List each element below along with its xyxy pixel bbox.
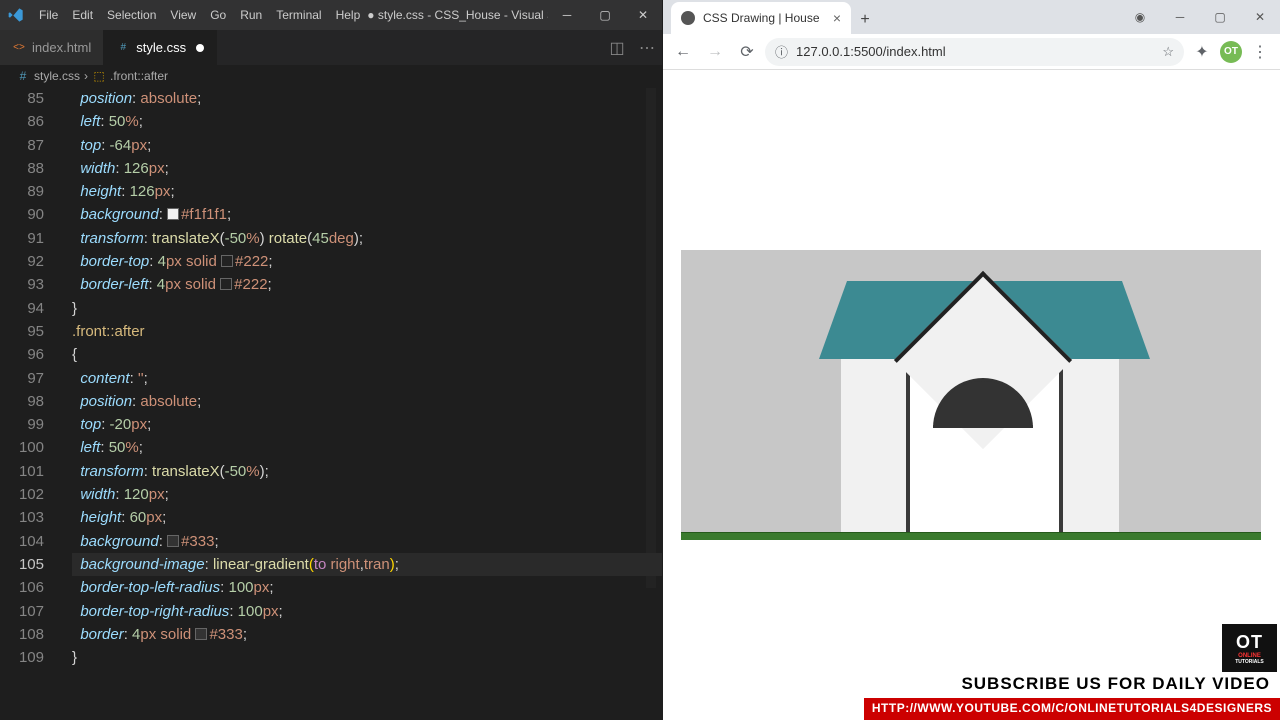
menu-edit[interactable]: Edit bbox=[65, 8, 100, 22]
forward-button[interactable]: → bbox=[701, 38, 729, 66]
menu-run[interactable]: Run bbox=[233, 8, 269, 22]
roof-left bbox=[819, 281, 847, 359]
close-button[interactable]: ✕ bbox=[1240, 10, 1280, 24]
roof-right bbox=[1122, 281, 1150, 359]
rendered-page bbox=[663, 80, 1280, 720]
reload-button[interactable]: ⟳ bbox=[733, 38, 761, 66]
tab-index-html[interactable]: <> index.html bbox=[0, 30, 104, 65]
tab-close-icon[interactable]: × bbox=[833, 10, 841, 26]
address-bar[interactable]: ⓘ 127.0.0.1:5500/index.html ☆ bbox=[765, 38, 1184, 66]
menu-view[interactable]: View bbox=[163, 8, 203, 22]
site-info-icon[interactable]: ⓘ bbox=[775, 42, 788, 61]
minimap[interactable] bbox=[646, 88, 656, 588]
ot-logo: OT ONLINE TUTORIALS bbox=[1222, 624, 1277, 672]
menu-selection[interactable]: Selection bbox=[100, 8, 163, 22]
css-file-icon: # bbox=[16, 69, 30, 83]
editor-tabs: <> index.html # style.css ◫ ⋯ bbox=[0, 30, 662, 65]
css-file-icon: # bbox=[116, 41, 130, 55]
minimize-button[interactable]: ─ bbox=[1160, 10, 1200, 24]
browser-tab[interactable]: CSS Drawing | House × bbox=[671, 2, 851, 34]
browser-window: CSS Drawing | House × + ◉ ─ ▢ ✕ ← → ⟳ ⓘ … bbox=[663, 0, 1280, 720]
ot-logo-sub2: TUTORIALS bbox=[1235, 659, 1264, 665]
extensions-icon[interactable]: ✦ bbox=[1188, 38, 1216, 66]
symbol-icon: ⬚ bbox=[92, 69, 106, 83]
menubar: File Edit Selection View Go Run Terminal… bbox=[0, 0, 662, 30]
html-file-icon: <> bbox=[12, 41, 26, 55]
more-actions-icon[interactable]: ⋯ bbox=[632, 30, 662, 65]
menu-terminal[interactable]: Terminal bbox=[269, 8, 328, 22]
back-button[interactable]: ← bbox=[669, 38, 697, 66]
ot-logo-text: OT bbox=[1236, 632, 1263, 653]
code-lines: position: absolute; left: 50%; top: -64p… bbox=[72, 87, 662, 669]
browser-tabstrip: CSS Drawing | House × + ◉ ─ ▢ ✕ bbox=[663, 0, 1280, 34]
favicon-icon bbox=[681, 11, 695, 25]
ground bbox=[681, 532, 1261, 540]
menu-go[interactable]: Go bbox=[203, 8, 233, 22]
window-title: ● style.css - CSS_House - Visual Studio … bbox=[367, 8, 548, 22]
vscode-window: File Edit Selection View Go Run Terminal… bbox=[0, 0, 662, 720]
breadcrumb[interactable]: # style.css › ⬚ .front::after bbox=[0, 65, 662, 87]
tab-style-css[interactable]: # style.css bbox=[104, 30, 217, 65]
close-button[interactable]: ✕ bbox=[624, 0, 662, 30]
house-canvas bbox=[681, 250, 1261, 540]
youtube-url-banner: HTTP://WWW.YOUTUBE.COM/C/ONLINETUTORIALS… bbox=[864, 698, 1280, 720]
maximize-button[interactable]: ▢ bbox=[1200, 10, 1240, 24]
url-text: 127.0.0.1:5500/index.html bbox=[796, 44, 946, 59]
browser-window-controls: ◉ ─ ▢ ✕ bbox=[1120, 0, 1280, 34]
breadcrumb-sep: › bbox=[84, 69, 88, 83]
breadcrumb-selector: .front::after bbox=[110, 69, 168, 83]
code-editor[interactable]: 8586878889909192939495969798991001011021… bbox=[0, 87, 662, 669]
tab-label: style.css bbox=[136, 40, 186, 55]
browser-tab-title: CSS Drawing | House bbox=[703, 11, 820, 25]
profile-avatar[interactable]: OT bbox=[1220, 41, 1242, 63]
bookmark-icon[interactable]: ☆ bbox=[1162, 44, 1174, 60]
maximize-button[interactable]: ▢ bbox=[586, 0, 624, 30]
split-editor-icon[interactable]: ◫ bbox=[602, 30, 632, 65]
breadcrumb-file: style.css bbox=[34, 69, 80, 83]
vscode-logo-icon bbox=[8, 7, 24, 23]
new-tab-button[interactable]: + bbox=[851, 6, 879, 34]
subscribe-banner: SUBSCRIBE US FOR DAILY VIDEO bbox=[951, 672, 1280, 698]
minimize-button[interactable]: ─ bbox=[548, 0, 586, 30]
menu-icon[interactable]: ⋮ bbox=[1246, 38, 1274, 66]
menu-file[interactable]: File bbox=[32, 8, 65, 22]
browser-toolbar: ← → ⟳ ⓘ 127.0.0.1:5500/index.html ☆ ✦ OT… bbox=[663, 34, 1280, 70]
tab-label: index.html bbox=[32, 40, 91, 55]
menu-help[interactable]: Help bbox=[329, 8, 368, 22]
unsaved-dot-icon bbox=[196, 44, 204, 52]
line-gutter: 8586878889909192939495969798991001011021… bbox=[0, 87, 60, 669]
incognito-icon: ◉ bbox=[1120, 10, 1160, 24]
